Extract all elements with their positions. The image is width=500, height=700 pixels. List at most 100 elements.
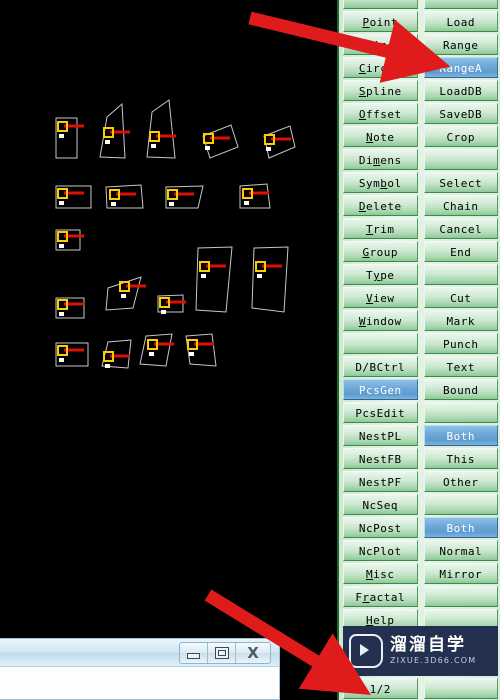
command-button-row: Misc Mirror xyxy=(339,563,500,586)
command-button-loaddb-4-right[interactable]: LoadDB xyxy=(423,80,498,101)
part-r3-c1[interactable] xyxy=(55,229,84,251)
play-logo-icon xyxy=(349,634,383,668)
command-button-mark-14-right[interactable]: Mark xyxy=(423,310,498,331)
part-r1-c4[interactable] xyxy=(202,124,239,159)
command-button-dimens-7-left[interactable]: Dimens xyxy=(343,149,418,170)
command-button-row: NestPL Both xyxy=(339,425,500,448)
part-r3-c6[interactable] xyxy=(251,246,289,313)
command-button-ncplot-24-left[interactable]: NcPlot xyxy=(343,540,418,561)
command-button-nestpf-21-left[interactable]: NestPF xyxy=(343,471,418,492)
watermark: 溜溜自学 ZIXUE.3D66.COM xyxy=(343,626,498,676)
command-button-cancel-10-right[interactable]: Cancel xyxy=(423,218,498,239)
command-button-misc-25-left[interactable]: Misc xyxy=(343,563,418,584)
command-button-both-19-right[interactable]: Both xyxy=(423,425,498,446)
command-button-row: Window Mark xyxy=(339,310,500,333)
command-button-line-2-left[interactable]: Line xyxy=(343,34,418,55)
command-button-load-1-right[interactable]: Load xyxy=(423,11,498,32)
command-button-ncpost-23-left[interactable]: NcPost xyxy=(343,517,418,538)
command-button-row: Punch xyxy=(339,333,500,356)
command-button-1-2-30-left[interactable]: 1/2 xyxy=(343,678,418,699)
command-button-punch-15-right[interactable]: Punch xyxy=(423,333,498,354)
command-button-point-1-left[interactable]: Point xyxy=(343,11,418,32)
command-button-other-21-right[interactable]: Other xyxy=(423,471,498,492)
maximize-button[interactable] xyxy=(208,643,236,663)
part-r2-c2[interactable] xyxy=(105,184,144,209)
command-button-blank-30-right xyxy=(423,678,498,699)
command-button-bound-17-right[interactable]: Bound xyxy=(423,379,498,400)
command-button-crop-6-right[interactable]: Crop xyxy=(423,126,498,147)
part-r2-c3[interactable] xyxy=(165,185,204,209)
part-r2-c4[interactable] xyxy=(239,183,271,209)
command-button-fractal-26-left[interactable]: Fractal xyxy=(343,586,418,607)
command-button-both-23-right[interactable]: Both xyxy=(423,517,498,538)
command-button-row: NcSeq xyxy=(339,494,500,517)
part-r3-c5[interactable] xyxy=(195,246,233,313)
command-button-ncseq-22-left[interactable]: NcSeq xyxy=(343,494,418,515)
command-button-mirror-25-right[interactable]: Mirror xyxy=(423,563,498,584)
command-button-end-11-right[interactable]: End xyxy=(423,241,498,262)
part-r4-c4[interactable] xyxy=(185,333,217,367)
command-button-nestpl-19-left[interactable]: NestPL xyxy=(343,425,418,446)
part-r1-c5[interactable] xyxy=(263,125,296,159)
command-button-pcsgen-17-left[interactable]: PcsGen xyxy=(343,379,418,400)
command-button-panel[interactable]: Point Load Line Range Circle RangeA Spline Load… xyxy=(337,0,500,700)
maximize-icon xyxy=(214,647,229,659)
command-button-nestfb-20-left[interactable]: NestFB xyxy=(343,448,418,469)
command-button-range-2-right[interactable]: Range xyxy=(423,34,498,55)
command-button-type-12-left[interactable]: Type xyxy=(343,264,418,285)
window-controls: X xyxy=(179,642,271,664)
command-button-symbol-8-left[interactable]: Symbol xyxy=(343,172,418,193)
command-button-blank-12-right xyxy=(423,264,498,285)
command-button-blank-0-right xyxy=(423,0,498,9)
command-button-text-16-right[interactable]: Text xyxy=(423,356,498,377)
command-button-pcsedit-18-left[interactable]: PcsEdit xyxy=(343,402,418,423)
minimize-icon xyxy=(187,653,200,659)
part-r1-c1[interactable] xyxy=(55,117,84,159)
command-button-spline-4-left[interactable]: Spline xyxy=(343,80,418,101)
command-button-window-14-left[interactable]: Window xyxy=(343,310,418,331)
command-button-cut-13-right[interactable]: Cut xyxy=(423,287,498,308)
command-button-rangea-3-right[interactable]: RangeA xyxy=(423,57,498,78)
command-button-normal-24-right[interactable]: Normal xyxy=(423,540,498,561)
minimize-button[interactable] xyxy=(180,643,208,663)
command-button-row: NcPost Both xyxy=(339,517,500,540)
command-button-circle-3-left[interactable]: Circle xyxy=(343,57,418,78)
command-button-row: Group End xyxy=(339,241,500,264)
command-button-row: Dimens xyxy=(339,149,500,172)
command-button-view-13-left[interactable]: View xyxy=(343,287,418,308)
part-r3-c3[interactable] xyxy=(105,276,146,311)
part-r4-c3[interactable] xyxy=(139,333,174,367)
command-button-row: View Cut xyxy=(339,287,500,310)
window-titlebar[interactable]: X xyxy=(0,639,279,667)
close-button[interactable]: X xyxy=(236,643,270,663)
command-button-row: D/BCtrl Text xyxy=(339,356,500,379)
part-r4-c2[interactable] xyxy=(101,339,132,369)
watermark-en-label: ZIXUE.3D66.COM xyxy=(390,656,477,665)
command-button-row: Symbol Select xyxy=(339,172,500,195)
command-button-delete-9-left[interactable]: Delete xyxy=(343,195,418,216)
command-button-d-bctrl-16-left[interactable]: D/BCtrl xyxy=(343,356,418,377)
window-body xyxy=(0,667,279,699)
command-button-trim-10-left[interactable]: Trim xyxy=(343,218,418,239)
command-button-this-20-right[interactable]: This xyxy=(423,448,498,469)
command-button-grid: Point Load Line Range Circle RangeA Spline Load… xyxy=(339,0,500,700)
part-r3-c2[interactable] xyxy=(55,297,85,319)
command-button-blank-0-left xyxy=(343,0,418,9)
background-window[interactable]: X xyxy=(0,638,280,700)
cad-canvas[interactable] xyxy=(0,0,337,700)
command-button-chain-9-right[interactable]: Chain xyxy=(423,195,498,216)
part-r1-c3[interactable] xyxy=(146,99,176,159)
part-r3-c4[interactable] xyxy=(157,294,186,314)
app-root: Point Load Line Range Circle RangeA Spline Load… xyxy=(0,0,500,700)
part-r1-c2[interactable] xyxy=(99,102,130,159)
command-button-offset-5-left[interactable]: Offset xyxy=(343,103,418,124)
command-button-row: 1/2 xyxy=(339,678,500,700)
command-button-blank-18-right xyxy=(423,402,498,423)
command-button-select-8-right[interactable]: Select xyxy=(423,172,498,193)
command-button-group-11-left[interactable]: Group xyxy=(343,241,418,262)
command-button-note-6-left[interactable]: Note xyxy=(343,126,418,147)
watermark-cn-label: 溜溜自学 xyxy=(390,635,466,655)
part-r2-c1[interactable] xyxy=(55,185,92,209)
command-button-savedb-5-right[interactable]: SaveDB xyxy=(423,103,498,124)
part-r4-c1[interactable] xyxy=(55,342,89,367)
